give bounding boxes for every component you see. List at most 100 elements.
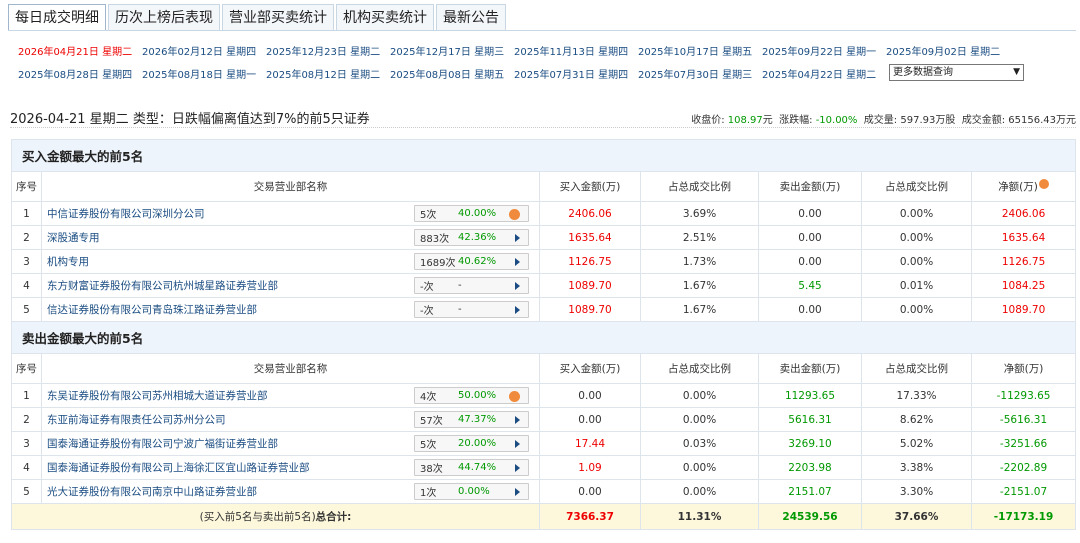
tab-daily-detail[interactable]: 每日成交明细	[8, 4, 106, 30]
date-link[interactable]: 2025年12月23日 星期二	[266, 43, 390, 58]
play-arrow-icon[interactable]	[515, 440, 520, 448]
buy-ratio: 0.00%	[640, 407, 759, 432]
branch-stat-badge[interactable]: 5次 40.00%	[414, 205, 529, 222]
buy-col-sell-amount-label: 卖出金额(万)	[779, 181, 841, 193]
play-arrow-icon[interactable]	[515, 464, 520, 472]
buy-col-no-label: 序号	[16, 181, 37, 193]
branch-cell: 东吴证券股份有限公司苏州相城大道证券营业部 4次 50.00%	[41, 383, 540, 408]
date-link[interactable]: 2025年04月22日 星期二	[762, 66, 886, 81]
tab-latest-announcements[interactable]: 最新公告	[436, 4, 506, 30]
win-rate: 0.00%	[458, 486, 490, 497]
sell-col-sell-amount-header: 卖出金额(万)	[758, 353, 862, 384]
sell-ratio: 0.00%	[861, 297, 972, 322]
date-link[interactable]: 2025年08月12日 星期二	[266, 66, 390, 81]
tab-history-performance[interactable]: 历次上榜后表现	[108, 4, 220, 30]
help-icon[interactable]	[1038, 179, 1049, 189]
net-amount: -2151.07	[970, 479, 1077, 504]
date-link[interactable]: 2026年04月21日 星期二	[18, 43, 142, 58]
branch-cell: 东亚前海证券有限责任公司苏州分公司 57次 47.37%	[41, 407, 540, 432]
total-sell-amount: 24539.56	[758, 503, 862, 530]
branch-stat-badge[interactable]: 4次 50.00%	[414, 387, 529, 404]
row-number: 5	[11, 479, 42, 504]
sell-ratio: 3.30%	[861, 479, 972, 504]
date-link[interactable]: 2025年07月31日 星期四	[514, 66, 638, 81]
table-row: 2 东亚前海证券有限责任公司苏州分公司 57次 47.37% 0.00 0.00% 5616…	[11, 407, 1077, 432]
play-arrow-icon[interactable]	[515, 234, 520, 242]
info-dot-icon[interactable]	[509, 209, 520, 220]
branch-stat-badge[interactable]: 1689次 40.62%	[414, 253, 529, 270]
date-link[interactable]: 2025年08月18日 星期一	[142, 66, 266, 81]
date-link[interactable]: 2025年08月08日 星期五	[390, 66, 514, 81]
date-link[interactable]: 2025年10月17日 星期五	[638, 43, 762, 58]
play-arrow-icon[interactable]	[515, 282, 520, 290]
row-number: 4	[11, 273, 42, 298]
buy-ratio: 1.67%	[640, 297, 759, 322]
listing-count: -次	[420, 306, 434, 317]
sell-amount: 0.00	[758, 201, 862, 226]
date-link[interactable]: 2025年12月17日 星期三	[390, 43, 514, 58]
sell-amount: 2151.07	[758, 479, 862, 504]
date-link[interactable]: 2025年09月02日 星期二	[886, 43, 1010, 58]
branch-name-link[interactable]: 国泰海通证券股份有限公司宁波广福街证券营业部	[47, 438, 278, 450]
buy-amount: 1089.70	[539, 297, 641, 322]
sell-section-header: 卖出金额最大的前5名	[10, 321, 1077, 354]
tab-institution-stats[interactable]: 机构买卖统计	[336, 4, 434, 30]
win-rate: -	[458, 304, 462, 315]
branch-stat-badge[interactable]: -次 -	[414, 301, 529, 318]
branch-stat-badge[interactable]: -次 -	[414, 277, 529, 294]
branch-name-link[interactable]: 东方财富证券股份有限公司杭州城星路证券营业部	[47, 280, 278, 292]
branch-stat-badge[interactable]: 1次 0.00%	[414, 483, 529, 500]
branch-name-link[interactable]: 机构专用	[47, 256, 89, 268]
amount-value: 65156.43万元	[1008, 115, 1076, 126]
branch-cell: 国泰海通证券股份有限公司宁波广福街证券营业部 5次 20.00%	[41, 431, 540, 456]
branch-name-link[interactable]: 光大证券股份有限公司南京中山路证券营业部	[47, 486, 257, 498]
date-link[interactable]: 2025年11月13日 星期四	[514, 43, 638, 58]
buy-ratio: 0.03%	[640, 431, 759, 456]
more-data-select[interactable]: 更多数据查询 ▼	[889, 64, 1024, 81]
play-arrow-icon[interactable]	[515, 416, 520, 424]
date-link[interactable]: 2025年08月28日 星期四	[18, 66, 142, 81]
total-buy-ratio: 11.31%	[640, 503, 759, 530]
branch-name-link[interactable]: 深股通专用	[47, 232, 100, 244]
date-links-row-1: 2026年04月21日 星期二 2026年02月12日 星期四 2025年12月…	[18, 43, 1010, 58]
listing-count: 57次	[420, 416, 443, 427]
play-arrow-icon[interactable]	[515, 258, 520, 266]
branch-name-link[interactable]: 中信证券股份有限公司深圳分公司	[47, 208, 205, 220]
net-amount: 1126.75	[970, 249, 1077, 274]
buy-ratio: 1.73%	[640, 249, 759, 274]
date-link[interactable]: 2025年07月30日 星期三	[638, 66, 762, 81]
play-arrow-icon[interactable]	[515, 306, 520, 314]
date-link[interactable]: 2026年02月12日 星期四	[142, 43, 266, 58]
volume-label: 成交量:	[863, 115, 898, 126]
branch-stat-badge[interactable]: 57次 47.37%	[414, 411, 529, 428]
branch-name-link[interactable]: 东亚前海证券有限责任公司苏州分公司	[47, 414, 226, 426]
row-number: 2	[11, 407, 42, 432]
branch-stat-badge[interactable]: 38次 44.74%	[414, 459, 529, 476]
branch-name-link[interactable]: 国泰海通证券股份有限公司上海徐汇区宜山路证券营业部	[47, 462, 310, 474]
info-dot-icon[interactable]	[509, 391, 520, 402]
branch-stat-badge[interactable]: 5次 20.00%	[414, 435, 529, 452]
table-row: 4 东方财富证券股份有限公司杭州城星路证券营业部 -次 - 1089.70 1.67% 5.…	[11, 273, 1077, 298]
sell-amount: 0.00	[758, 225, 862, 250]
branch-name-link[interactable]: 东吴证券股份有限公司苏州相城大道证券营业部	[47, 390, 268, 402]
summary-stats: 收盘价: 108.97元 涨跌幅: -10.00% 成交量: 597.93万股 …	[691, 111, 1076, 126]
summary-bar: 2026-04-21 星期二 类型：日跌幅偏离值达到7%的前5只证券 收盘价: …	[10, 106, 1076, 128]
net-amount: 1089.70	[970, 297, 1077, 322]
sell-amount: 11293.65	[758, 383, 862, 408]
table-row: 1 中信证券股份有限公司深圳分公司 5次 40.00% 2406.06 3.69% 0.00…	[11, 201, 1077, 226]
table-row: 3 机构专用 1689次 40.62% 1126.75 1.73% 0.00 0.00% 112…	[11, 249, 1077, 274]
sell-col-buy-ratio-label: 占总成交比例	[668, 363, 731, 375]
branch-stat-badge[interactable]: 883次 42.36%	[414, 229, 529, 246]
branch-stat-wrap: -次 -	[414, 277, 529, 294]
branch-name-link[interactable]: 信达证券股份有限公司青岛珠江路证券营业部	[47, 304, 257, 316]
date-link[interactable]: 2025年09月22日 星期一	[762, 43, 886, 58]
net-amount: -3251.66	[970, 431, 1077, 456]
tab-branch-stats[interactable]: 营业部买卖统计	[222, 4, 334, 30]
buy-ratio: 1.67%	[640, 273, 759, 298]
table-row: 2 深股通专用 883次 42.36% 1635.64 2.51% 0.00 0.00% 163…	[11, 225, 1077, 250]
buy-col-branch-name-label: 交易营业部名称	[253, 181, 328, 193]
chevron-down-icon: ▼	[1013, 67, 1020, 77]
sell-col-no-header: 序号	[11, 353, 42, 384]
play-arrow-icon[interactable]	[515, 488, 520, 496]
sell-ratio: 0.00%	[861, 225, 972, 250]
